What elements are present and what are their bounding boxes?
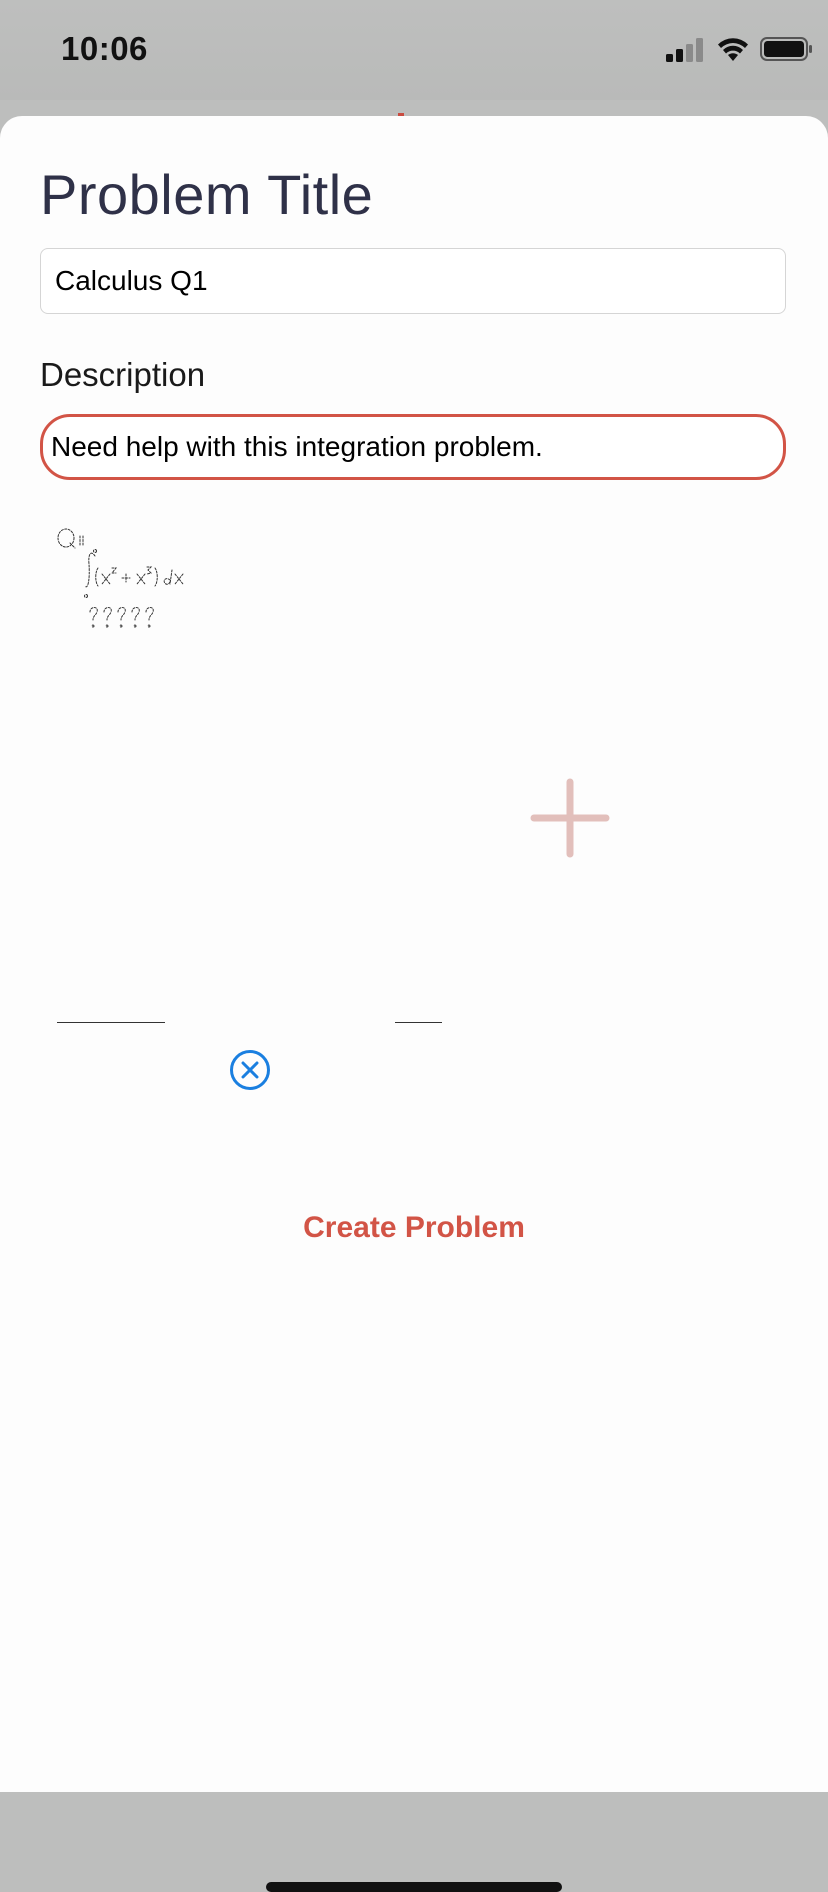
handwritten-problem-image[interactable]	[55, 524, 225, 644]
status-time: 10:06	[61, 30, 148, 67]
attachment-underline	[57, 1022, 165, 1023]
battery-icon	[760, 37, 812, 61]
status-bar: 10:06	[0, 0, 828, 100]
problem-title-input[interactable]: Calculus Q1	[40, 248, 786, 314]
attachment-underline	[395, 1022, 442, 1023]
create-problem-button[interactable]: Create Problem	[0, 1211, 828, 1245]
home-indicator[interactable]	[266, 1882, 562, 1892]
description-input[interactable]: Need help with this integration problem.	[40, 414, 786, 480]
wifi-icon	[718, 38, 748, 61]
description-label: Description	[40, 356, 206, 393]
cellular-signal-icon	[666, 38, 703, 62]
add-attachment-plus-icon[interactable]	[530, 778, 610, 858]
create-problem-sheet: Problem Title Calculus Q1 Description Ne…	[0, 116, 828, 1892]
problem-title-label: Problem Title	[40, 163, 374, 226]
remove-attachment-close-icon[interactable]	[229, 1049, 271, 1091]
